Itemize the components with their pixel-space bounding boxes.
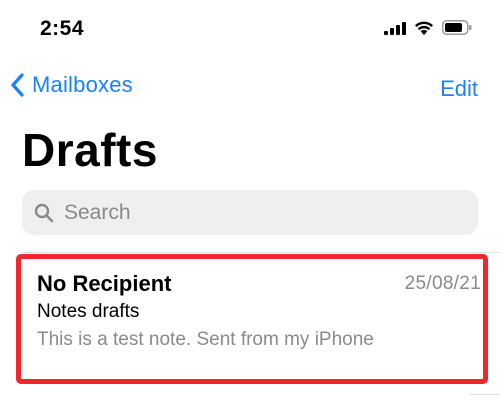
navigation-bar: Mailboxes Edit <box>0 68 500 108</box>
mail-subject: Notes drafts <box>37 301 140 322</box>
edit-button[interactable]: Edit <box>440 76 478 102</box>
status-time: 2:54 <box>40 17 85 40</box>
mail-sender: No Recipient <box>37 271 172 296</box>
status-bar: 2:54 <box>0 0 500 60</box>
back-button[interactable]: Mailboxes <box>10 72 133 98</box>
battery-icon <box>442 20 472 35</box>
cellular-signal-icon <box>384 21 406 35</box>
page-title: Drafts <box>22 124 158 176</box>
list-divider <box>22 252 500 253</box>
wifi-icon <box>415 21 433 35</box>
mail-date: 25/08/21 <box>404 273 481 294</box>
mail-list-item[interactable]: No Recipient 25/08/21 Notes drafts This … <box>16 254 488 384</box>
list-divider-bottom <box>470 394 500 395</box>
search-input[interactable] <box>62 199 446 226</box>
search-bar[interactable] <box>22 190 478 235</box>
search-icon <box>34 203 54 222</box>
chevron-left-icon <box>11 73 24 97</box>
mail-preview: This is a test note. Sent from my iPhone <box>37 329 374 350</box>
back-button-label: Mailboxes <box>32 72 133 97</box>
status-icons <box>384 20 472 35</box>
